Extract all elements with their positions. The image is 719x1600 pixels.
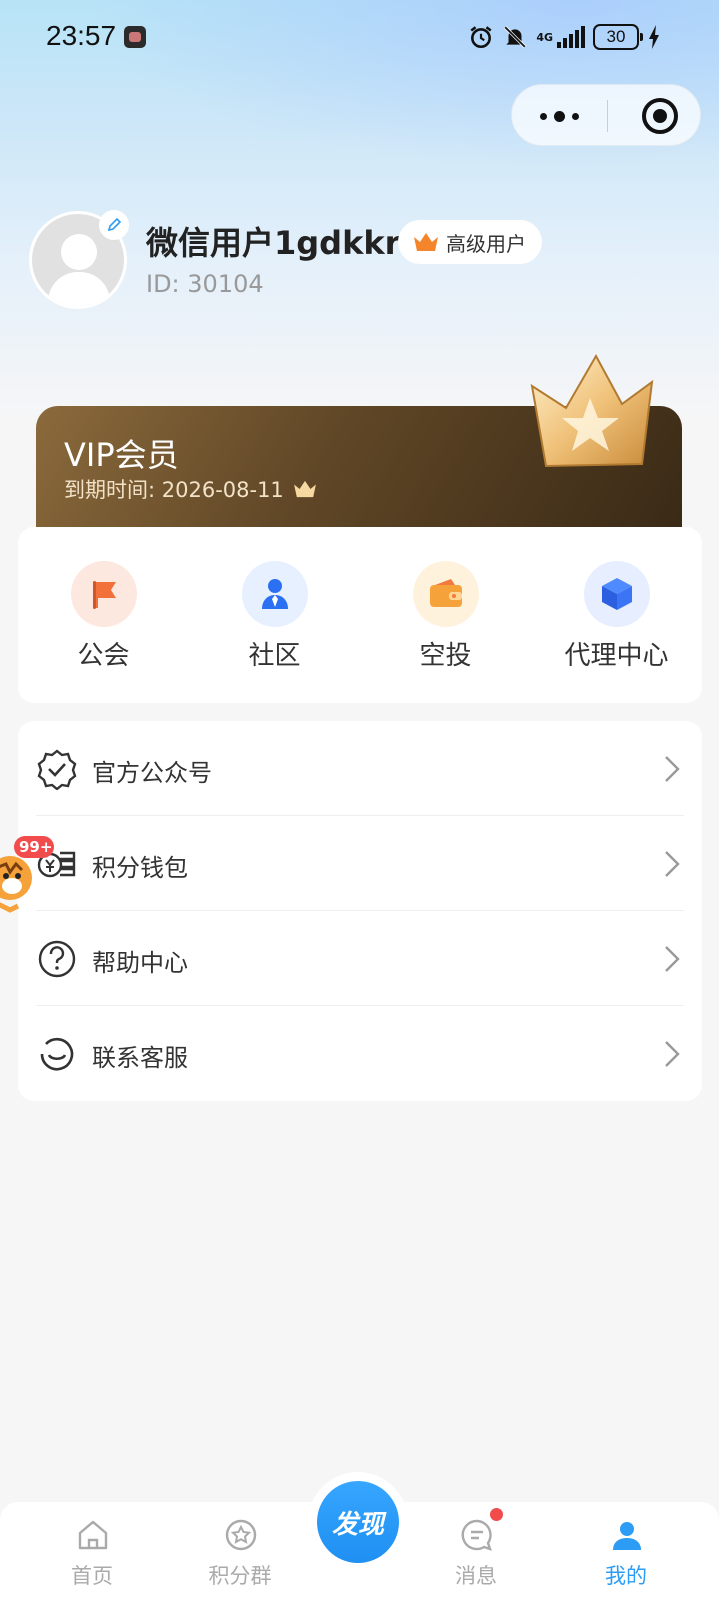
chevron-right-icon	[665, 946, 680, 972]
home-icon	[78, 1520, 108, 1550]
flag-icon	[71, 561, 137, 627]
mute-bell-icon	[504, 26, 527, 48]
person-tie-icon	[242, 561, 308, 627]
capsule-divider	[607, 100, 608, 132]
battery-level: 30	[606, 27, 626, 46]
quick-action-guild[interactable]: 公会	[18, 527, 189, 703]
miniprogram-capsule	[511, 84, 701, 146]
user-id: ID: 30104	[146, 270, 264, 298]
quick-action-label: 代理中心	[564, 641, 669, 671]
menu-item-label: 帮助中心	[92, 949, 188, 977]
crown-icon	[293, 480, 316, 498]
status-icons: 4G 30	[468, 22, 661, 52]
menu-item-points-wallet[interactable]: 积分钱包	[18, 816, 702, 911]
menu-item-help-center[interactable]: 帮助中心	[18, 911, 702, 1006]
level-badge-label: 高级用户	[446, 231, 526, 256]
more-dots-icon[interactable]	[512, 85, 607, 147]
tab-messages[interactable]: 消息	[416, 1502, 536, 1600]
menu-item-label: 官方公众号	[92, 759, 212, 787]
user-name: 微信用户1gdkkr	[146, 224, 401, 262]
menu-item-label: 积分钱包	[92, 854, 188, 882]
tab-label: 首页	[71, 1564, 113, 1588]
chat-bubble-icon	[461, 1519, 492, 1551]
quick-action-community[interactable]: 社区	[189, 527, 360, 703]
charging-icon	[649, 25, 659, 49]
signal-icon	[557, 26, 585, 48]
discover-button[interactable]: 发现	[308, 1472, 408, 1572]
quick-action-label: 公会	[77, 641, 130, 671]
tab-mine[interactable]: 我的	[566, 1502, 686, 1600]
discover-label: 发现	[317, 1481, 399, 1563]
star-badge-icon	[225, 1519, 257, 1551]
menu-item-label: 联系客服	[92, 1044, 188, 1072]
quick-action-agent-center[interactable]: 代理中心	[531, 527, 702, 703]
quick-action-airdrop[interactable]: 空投	[360, 527, 531, 703]
edit-pencil-icon[interactable]	[99, 210, 129, 240]
vip-card[interactable]: VIP会员 到期时间: 2026-08-11	[36, 353, 682, 528]
battery-icon: 30	[593, 24, 643, 50]
quick-actions-card: 公会 社区 空投 代理中心	[18, 527, 702, 703]
app-notification-icon	[124, 26, 146, 48]
chevron-right-icon	[665, 1041, 680, 1067]
gold-crown-icon	[530, 353, 654, 468]
vip-expire-text: 到期时间: 2026-08-11	[64, 478, 284, 502]
network-type: 4G	[536, 30, 553, 44]
crown-icon	[414, 233, 438, 251]
verified-badge-icon	[37, 749, 77, 790]
cube-icon	[584, 561, 650, 627]
wallet-icon	[413, 561, 479, 627]
user-icon	[613, 1522, 641, 1550]
menu-card: 官方公众号 积分钱包 帮助中心 联系客服	[18, 721, 702, 1101]
vip-expire: 到期时间: 2026-08-11	[64, 474, 318, 504]
alarm-icon	[470, 26, 492, 49]
help-circle-icon	[38, 940, 76, 978]
chevron-right-icon	[665, 851, 680, 877]
target-close-icon[interactable]	[642, 98, 678, 134]
menu-item-official-account[interactable]: 官方公众号	[18, 721, 702, 816]
floating-mascot-widget[interactable]: 99+	[0, 834, 56, 934]
quick-action-label: 社区	[248, 641, 301, 671]
quick-action-label: 空投	[419, 641, 472, 671]
message-unread-dot	[490, 1508, 503, 1521]
menu-item-customer-service[interactable]: 联系客服	[18, 1006, 702, 1101]
tab-points-group[interactable]: 积分群	[180, 1502, 300, 1600]
vip-title: VIP会员	[64, 436, 179, 474]
level-badge: 高级用户	[398, 220, 542, 264]
tab-label: 我的	[605, 1564, 647, 1588]
tab-label: 积分群	[208, 1564, 272, 1588]
tab-home[interactable]: 首页	[32, 1502, 152, 1600]
status-bar: 23:57 4G 30	[0, 0, 719, 74]
status-time: 23:57	[46, 20, 117, 51]
float-badge-count: 99+	[19, 838, 53, 856]
smile-service-icon	[40, 1037, 74, 1071]
tab-label: 消息	[455, 1564, 497, 1588]
chevron-right-icon	[665, 756, 680, 782]
